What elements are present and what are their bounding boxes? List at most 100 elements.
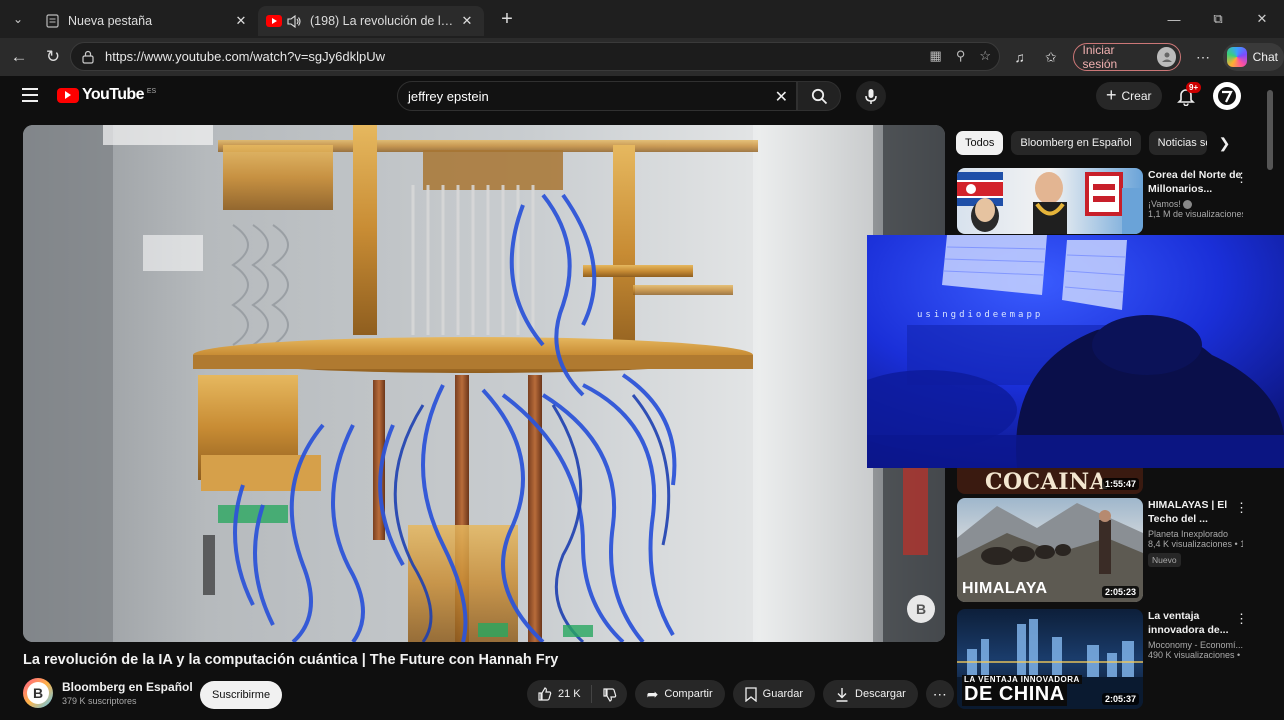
chip-all[interactable]: Todos [956, 131, 1004, 155]
create-label: Crear [1121, 89, 1152, 103]
favorite-star-icon[interactable]: ☆ [979, 48, 991, 64]
search-icon [811, 88, 827, 104]
channel-avatar-initial: B [27, 682, 49, 704]
page-scrollbar[interactable] [1266, 90, 1274, 710]
download-icon [836, 687, 848, 702]
close-tab-icon[interactable]: ✕ [232, 13, 250, 29]
new-badge: Nuevo [1148, 553, 1181, 567]
copilot-icon [1226, 47, 1247, 67]
channel-avatar[interactable]: B [23, 678, 53, 708]
subscribe-button[interactable]: Suscribirme [200, 681, 283, 709]
tab-new-tab[interactable]: Nueva pestaña ✕ [36, 6, 258, 36]
channel-name[interactable]: Planeta Inexplorado [1148, 529, 1243, 539]
account-avatar[interactable] [1213, 82, 1241, 110]
floating-video-overlay[interactable]: usingdiodeemapp [867, 235, 1284, 468]
logo-wordmark: YouTube [82, 86, 144, 103]
video-title: La revolución de la IA y la computación … [23, 652, 559, 668]
copilot-chat-button[interactable]: Chat [1222, 43, 1284, 71]
duration-badge: 2:05:23 [1101, 586, 1139, 598]
thumbs-up-icon [538, 686, 552, 701]
microphone-icon [865, 88, 877, 104]
list-item[interactable]: Corea del Norte de Millonarios... ¡Vamos… [957, 168, 1257, 234]
voice-search-button[interactable] [856, 81, 886, 111]
kebab-menu-icon[interactable]: ⋮ [1235, 611, 1248, 627]
share-label: Compartir [664, 688, 713, 700]
list-item[interactable]: HIMALAYA 2:05:23 HIMALAYAS | El Techo de… [957, 498, 1257, 602]
new-tab-plus-icon[interactable]: + [492, 4, 522, 34]
youtube-favicon-icon [266, 13, 282, 29]
guide-menu-icon[interactable] [22, 88, 38, 102]
profile-avatar-icon [1156, 47, 1177, 67]
kebab-menu-icon[interactable]: ⋮ [1235, 170, 1248, 186]
search-input[interactable]: jeffrey epstein ✕ [397, 81, 797, 111]
chip-channel[interactable]: Bloomberg en Español [1011, 131, 1141, 155]
list-item[interactable]: COCAINA 1:55:47 [957, 468, 1257, 494]
more-actions-icon[interactable]: ⋯ [925, 680, 954, 708]
logo-region: ES [146, 87, 157, 95]
chip-news[interactable]: Noticias so [1148, 131, 1207, 155]
tab-youtube-video[interactable]: (198) La revolución de la IA y l ✕ [258, 6, 484, 36]
favorites-icon[interactable]: ✩ [1035, 42, 1066, 72]
more-menu-icon[interactable]: ⋯ [1187, 42, 1218, 72]
chevron-right-icon[interactable]: ❯ [1219, 135, 1231, 152]
close-tab-icon[interactable]: ✕ [458, 13, 476, 29]
browser-toolbar: ♫ ✩ Iniciar sesión ⋯ Chat [1004, 42, 1284, 72]
site-info-icon[interactable] [81, 50, 95, 64]
video-thumbnail[interactable]: HIMALAYA 2:05:23 [957, 498, 1143, 602]
scrollbar-thumb[interactable] [1267, 90, 1273, 170]
share-arrow-icon: ➦ [646, 685, 659, 702]
save-button[interactable]: Guardar [732, 680, 816, 708]
thumbnail-title-text: HIMALAYA [962, 580, 1048, 597]
channel-owner: B Bloomberg en Español 379 K suscriptore… [23, 678, 193, 708]
channel-name[interactable]: Bloomberg en Español [62, 680, 193, 694]
thumbnail-title-text: DE CHINA [962, 683, 1067, 706]
plus-icon: + [1106, 84, 1117, 105]
download-button[interactable]: Descargar [823, 680, 918, 708]
channel-watermark[interactable]: B [907, 595, 935, 623]
video-player[interactable]: B [23, 125, 945, 642]
like-dislike-group: 21 K [527, 680, 627, 708]
thumbs-down-icon [603, 687, 616, 702]
close-window-icon[interactable]: ✕ [1240, 0, 1284, 38]
youtube-masthead: YouTube ES jeffrey epstein ✕ + Crear 9+ [0, 76, 1284, 116]
video-title[interactable]: HIMALAYAS | El Techo del ... [1148, 498, 1243, 526]
view-count: 1,1 M de visualizaciones [1148, 209, 1243, 220]
kebab-menu-icon[interactable]: ⋮ [1235, 500, 1248, 516]
restore-icon[interactable]: ⧉ [1196, 0, 1240, 38]
video-title[interactable]: Corea del Norte de Millonarios... [1148, 168, 1243, 196]
url-field[interactable]: https://www.youtube.com/watch?v=sgJy6dkl… [70, 42, 1000, 71]
like-button[interactable]: 21 K [527, 686, 591, 702]
channel-name[interactable]: ¡Vamos! [1148, 199, 1243, 210]
app-available-icon[interactable]: ▦ [930, 48, 942, 64]
reload-icon[interactable]: ↻ [36, 40, 70, 74]
back-arrow-icon[interactable]: ← [2, 40, 36, 74]
clear-search-icon[interactable]: ✕ [775, 87, 788, 107]
share-button[interactable]: ➦ Compartir [634, 680, 725, 708]
channel-name[interactable]: Moconomy - Economí... [1148, 640, 1243, 650]
video-thumbnail[interactable] [957, 168, 1143, 234]
duration-badge: 1:55:47 [1101, 478, 1139, 490]
speaker-icon[interactable] [286, 13, 302, 29]
zoom-icon[interactable]: ⚲ [956, 48, 966, 64]
video-thumbnail[interactable]: COCAINA 1:55:47 [957, 468, 1143, 494]
thumbnail-north-korea [957, 172, 1142, 234]
tab-list-chevron-icon[interactable]: ⌄ [0, 0, 36, 38]
notifications-button[interactable]: 9+ [1174, 82, 1202, 108]
search-button[interactable] [797, 81, 841, 111]
subscriber-count: 379 K suscriptores [62, 696, 137, 706]
create-button[interactable]: + Crear [1096, 82, 1162, 110]
minimize-icon[interactable]: — [1152, 0, 1196, 38]
save-label: Guardar [762, 688, 804, 700]
signin-button[interactable]: Iniciar sesión [1072, 43, 1182, 71]
video-title[interactable]: La ventaja innovadora de... [1148, 609, 1243, 637]
thumbnail-title-text: COCAINA [985, 469, 1108, 494]
media-control-icon[interactable]: ♫ [1004, 42, 1035, 72]
dislike-button[interactable] [590, 685, 627, 703]
notification-count-badge: 9+ [1186, 82, 1202, 93]
account-logo-icon [1218, 87, 1236, 105]
bookmark-icon [745, 686, 757, 702]
youtube-logo[interactable]: YouTube ES [57, 86, 156, 104]
video-thumbnail[interactable]: LA VENTAJA INNOVADORA DE CHINA 2:05:37 [957, 609, 1143, 709]
tab-label: (198) La revolución de la IA y l [310, 14, 458, 28]
list-item[interactable]: LA VENTAJA INNOVADORA DE CHINA 2:05:37 L… [957, 609, 1257, 709]
